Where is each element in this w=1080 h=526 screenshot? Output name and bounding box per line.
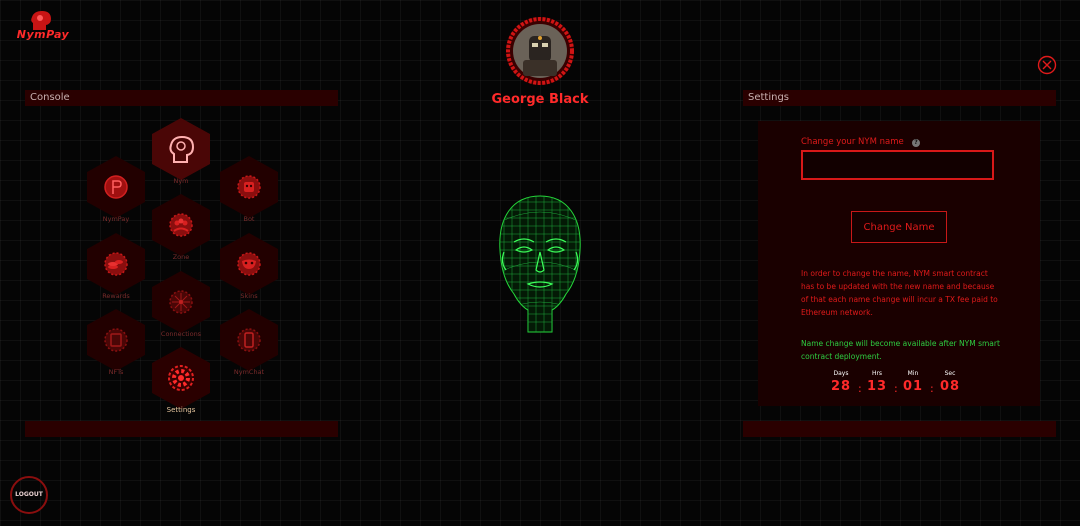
close-icon[interactable] — [1037, 55, 1057, 75]
console-item-nym[interactable] — [148, 116, 214, 182]
console-item-label: Connections — [160, 330, 202, 338]
countdown-hours: Hrs 13 — [862, 370, 892, 394]
logout-label: LOGOUT — [15, 491, 43, 498]
console-item-zone[interactable] — [148, 192, 214, 258]
console-header: Console — [25, 90, 338, 106]
countdown-value: 13 — [866, 379, 888, 394]
network-icon — [169, 290, 193, 314]
console-item-nfts[interactable] — [83, 307, 149, 373]
console-item-skins[interactable] — [216, 231, 282, 297]
phone-chat-icon — [237, 328, 261, 352]
mask-icon — [237, 252, 261, 276]
console-item-nympay[interactable] — [83, 154, 149, 220]
group-icon — [169, 213, 193, 237]
coins-stack-icon — [104, 252, 128, 276]
help-icon[interactable]: ? — [912, 139, 920, 147]
change-name-button[interactable]: Change Name — [851, 211, 947, 243]
countdown-days: Days 28 — [826, 370, 856, 394]
console-item-rewards[interactable] — [83, 231, 149, 297]
console-item-label: Rewards — [102, 292, 130, 300]
console-item-label: Settings — [166, 406, 196, 414]
nym-name-input[interactable] — [801, 150, 994, 180]
brand-logo: NymPay — [8, 8, 78, 42]
countdown-separator: : — [930, 382, 934, 395]
countdown-value: 01 — [902, 379, 924, 394]
countdown-unit: Min — [907, 370, 919, 377]
settings-footer — [743, 421, 1056, 437]
console-item-label: Skins — [240, 292, 258, 300]
head-profile-icon — [169, 135, 195, 163]
brand-name: NymPay — [16, 28, 70, 41]
console-item-settings[interactable] — [148, 345, 214, 411]
console-item-label: Bot — [243, 215, 255, 223]
bot-icon — [237, 175, 261, 199]
wireframe-head-icon — [499, 195, 581, 333]
coin-icon — [104, 175, 128, 199]
fee-info-text: In order to change the name, NYM smart c… — [801, 269, 998, 317]
console-item-bot[interactable] — [216, 154, 282, 220]
profile-name: George Black — [491, 92, 589, 107]
nft-icon — [104, 328, 128, 352]
console-title: Console — [30, 92, 70, 103]
gear-icon — [168, 365, 194, 391]
avatar[interactable] — [505, 16, 575, 86]
availability-text: Name change will become available after … — [801, 339, 1000, 361]
settings-title: Settings — [748, 92, 790, 103]
countdown-value: 28 — [830, 379, 852, 394]
logout-button[interactable]: LOGOUT — [10, 476, 48, 514]
console-footer — [25, 421, 338, 437]
console-item-label: NymPay — [102, 215, 130, 223]
countdown-unit: Days — [833, 370, 849, 377]
console-item-label: Zone — [172, 253, 190, 261]
console-item-nymchat[interactable] — [216, 307, 282, 373]
console-item-connections[interactable] — [148, 269, 214, 335]
countdown-value: 08 — [939, 379, 961, 394]
console-item-label: NFTs — [108, 368, 124, 376]
console-item-label: NymChat — [233, 368, 265, 376]
console-item-label: Nym — [173, 177, 189, 185]
name-field-label: Change your NYM name — [801, 137, 904, 147]
countdown-unit: Hrs — [871, 370, 883, 377]
countdown-seconds: Sec 08 — [935, 370, 965, 394]
settings-header: Settings — [743, 90, 1056, 106]
countdown-minutes: Min 01 — [898, 370, 928, 394]
countdown-unit: Sec — [944, 370, 956, 377]
